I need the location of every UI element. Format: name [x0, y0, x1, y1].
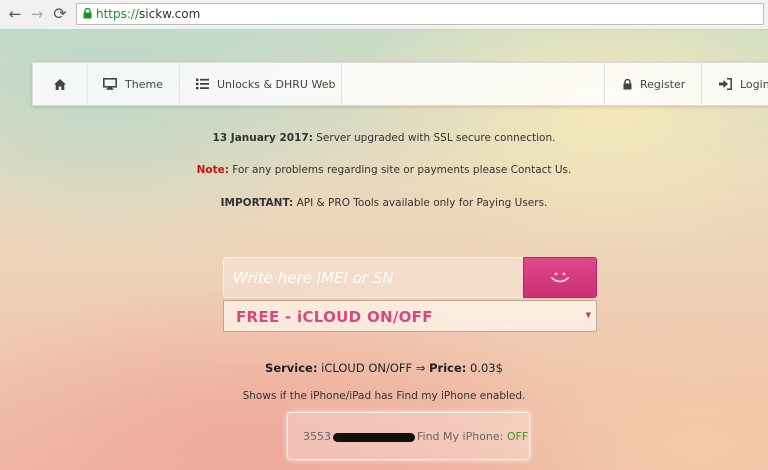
nav-register[interactable]: Register: [623, 63, 685, 105]
back-arrow-icon[interactable]: ←: [6, 5, 24, 23]
nav-home[interactable]: [33, 63, 87, 105]
nav-divider: [604, 63, 605, 105]
nav-divider: [341, 63, 342, 105]
url-text[interactable]: https://sickw.com: [96, 7, 200, 21]
imei-search-group: [223, 257, 597, 298]
service-price-line: Service: iCLOUD ON/OFF ⇒ Price: 0.03$: [0, 361, 768, 375]
result-imei-prefix: 3553: [303, 430, 331, 443]
notice-contact: Note: For any problems regarding site or…: [0, 164, 768, 176]
result-status: OFF: [506, 430, 529, 443]
home-icon: [54, 78, 66, 90]
nav-register-label: Register: [640, 77, 686, 91]
result-box: 3553 Find My iPhone: OFF: [287, 412, 530, 460]
result-label: Find My iPhone:: [417, 430, 507, 443]
nav-theme[interactable]: Theme: [103, 63, 163, 105]
smile-icon: [551, 272, 569, 282]
secure-lock-icon: [83, 8, 92, 19]
nav-login-label: Login: [740, 77, 768, 91]
price-label: Price:: [429, 361, 467, 375]
url-host: sickw.com: [139, 7, 201, 21]
sign-in-icon: [719, 78, 732, 90]
notice-ssl-text: Server upgraded with SSL secure connecti…: [312, 132, 556, 144]
address-bar[interactable]: https://sickw.com: [76, 3, 764, 25]
notice-important: IMPORTANT: API & PRO Tools available onl…: [0, 197, 768, 209]
page-background: Theme Unlocks & DHRU Web Register Login …: [0, 30, 768, 470]
notice-contact-text: For any problems regarding site or payme…: [228, 164, 572, 176]
url-scheme: https://: [96, 7, 140, 21]
browser-toolbar: ← → ⟳ https://sickw.com: [0, 0, 768, 30]
result-text: 3553 Find My iPhone: OFF: [303, 430, 528, 443]
nav-divider: [701, 63, 702, 105]
monitor-icon: [103, 78, 117, 90]
service-label: Service:: [265, 361, 318, 375]
submit-button[interactable]: [523, 257, 597, 298]
list-icon: [196, 78, 209, 90]
imei-input[interactable]: [223, 257, 523, 298]
nav-divider: [87, 63, 88, 105]
notice-important-label: IMPORTANT:: [220, 197, 294, 209]
lock-icon: [623, 78, 632, 89]
price-value: 0.03$: [466, 361, 503, 375]
notice-ssl-date: 13 January 2017:: [212, 132, 313, 144]
nav-login[interactable]: Login: [719, 63, 768, 105]
forward-arrow-icon[interactable]: →: [28, 5, 46, 23]
nav-unlocks-label: Unlocks & DHRU Web: [217, 77, 336, 91]
service-select[interactable]: FREE - iCLOUD ON/OFF ▼: [223, 300, 597, 332]
notice-note-label: Note:: [196, 164, 229, 176]
reload-icon[interactable]: ⟳: [51, 5, 69, 23]
nav-theme-label: Theme: [125, 77, 163, 91]
notice-important-text: API & PRO Tools available only for Payin…: [293, 197, 548, 209]
nav-unlocks[interactable]: Unlocks & DHRU Web: [196, 63, 335, 105]
redaction-mark: [333, 432, 415, 442]
service-description: Shows if the iPhone/iPad has Find my iPh…: [242, 390, 526, 402]
nav-divider: [179, 63, 180, 105]
service-select-value: FREE - iCLOUD ON/OFF: [236, 308, 433, 326]
caret-down-icon: ▼: [585, 311, 591, 319]
top-navbar: Theme Unlocks & DHRU Web Register Login: [32, 62, 768, 106]
service-value: iCLOUD ON/OFF ⇒: [317, 361, 430, 375]
notice-ssl: 13 January 2017: Server upgraded with SS…: [0, 132, 768, 144]
